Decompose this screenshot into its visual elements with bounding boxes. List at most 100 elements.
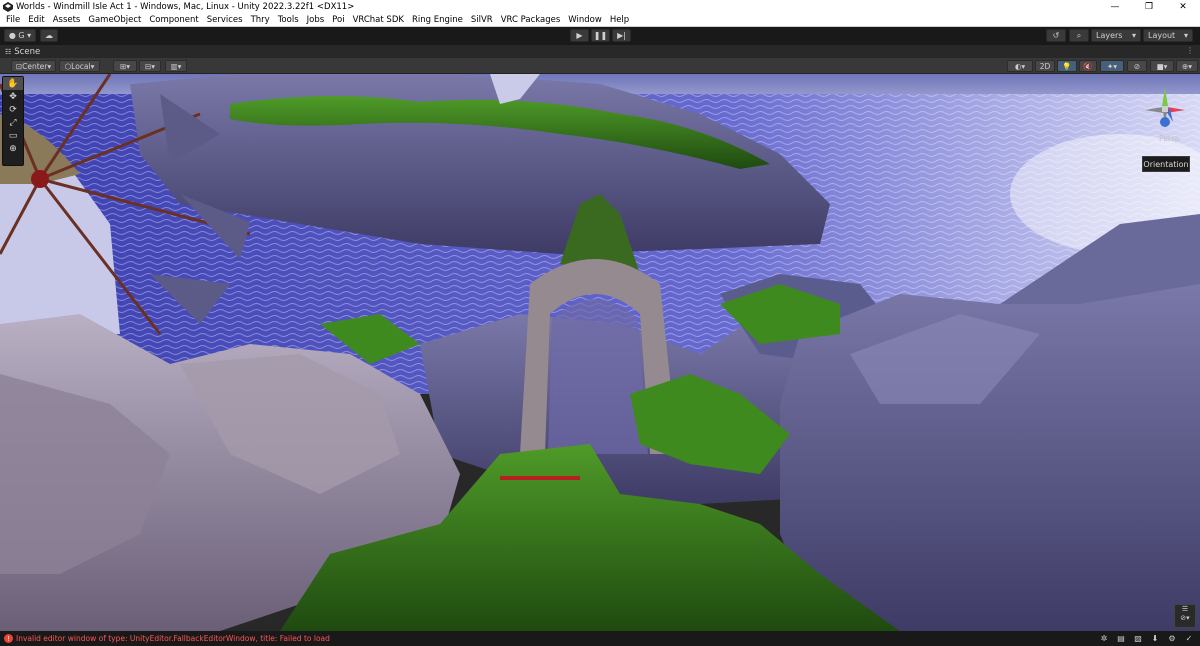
- shading-mode-icon: ◐▾: [1014, 61, 1026, 71]
- grid-icon: ⊞▾: [119, 61, 131, 71]
- pivot-mode-dropdown[interactable]: ⊡ Center ▾: [11, 60, 56, 72]
- menu-component[interactable]: Component: [145, 15, 202, 25]
- play-icon: ▶: [576, 31, 583, 40]
- scene-toolbar: ⊡ Center ▾ ⬡ Local ▾ ⊞▾ ⊟▾ ▥▾ ◐▾ 2D 💡 🔇 ✦▾ ⊘…: [0, 58, 1200, 74]
- projection-label[interactable]: Persp: [1159, 134, 1180, 143]
- menu-assets[interactable]: Assets: [49, 15, 85, 25]
- camera-settings-dropdown[interactable]: ■▾: [1150, 60, 1174, 72]
- cache-icon[interactable]: ▨: [1131, 633, 1145, 644]
- toggle-2d-label: 2D: [1039, 61, 1051, 71]
- pause-icon: ❚❚: [593, 31, 608, 40]
- chevron-down-icon: ▾: [1131, 31, 1136, 40]
- history-icon: ↺: [1052, 31, 1060, 40]
- chevron-down-icon: ▾: [1183, 31, 1188, 40]
- overlay-menu-icon: ☰ ⊘▾: [1180, 605, 1190, 622]
- window-title-bar: Worlds - Windmill Isle Act 1 - Windows, …: [0, 0, 1200, 13]
- gizmos-dropdown[interactable]: ⊕▾: [1176, 60, 1198, 72]
- ruler-icon: ▥▾: [170, 61, 182, 71]
- cloud-icon: ☁: [45, 31, 53, 40]
- increment-snap-dropdown[interactable]: ⊟▾: [139, 60, 161, 72]
- tab-scene[interactable]: ☷ Scene: [0, 45, 40, 58]
- move-tool-icon[interactable]: ✥: [3, 90, 23, 103]
- check-icon[interactable]: ✓: [1182, 633, 1196, 644]
- rect-tool-icon[interactable]: ▭: [3, 129, 23, 142]
- effects-icon: ✦▾: [1106, 61, 1118, 71]
- layers-dropdown[interactable]: Layers ▾: [1091, 29, 1141, 42]
- tab-bar: ☷ Scene ⋮: [0, 45, 1200, 58]
- close-button[interactable]: ✕: [1166, 0, 1200, 13]
- status-bar: ! Invalid editor window of type: UnityEd…: [0, 631, 1200, 646]
- scene-grid-icon: ☷: [5, 47, 12, 56]
- menu-bar: File Edit Assets GameObject Component Se…: [0, 13, 1200, 27]
- bug-icon[interactable]: ✲: [1097, 633, 1111, 644]
- step-button[interactable]: ▶|: [612, 29, 631, 42]
- window-title: Worlds - Windmill Isle Act 1 - Windows, …: [16, 1, 355, 12]
- menu-silvr[interactable]: SilVR: [467, 15, 497, 25]
- pivot-label: Center: [22, 61, 48, 71]
- search-icon: ⌕: [1076, 30, 1082, 40]
- hand-tool-icon[interactable]: ✋: [3, 77, 23, 90]
- tab-scene-label: Scene: [14, 46, 41, 57]
- cloud-button[interactable]: ☁: [40, 29, 58, 42]
- audio-icon: 🔇: [1083, 61, 1093, 71]
- rect-snap-dropdown[interactable]: ▥▾: [165, 60, 187, 72]
- toggle-audio-button[interactable]: 🔇: [1079, 60, 1097, 72]
- settings-icon[interactable]: ⚙: [1165, 633, 1179, 644]
- chevron-down-icon: ▾: [27, 31, 32, 40]
- grid-snap-dropdown[interactable]: ⊞▾: [113, 60, 137, 72]
- menu-poi[interactable]: Poi: [328, 15, 348, 25]
- scene-viewport[interactable]: [0, 74, 1200, 631]
- space-label: Local: [71, 61, 91, 71]
- main-toolbar: ● G ▾ ☁ ▶ ❚❚ ▶| ↺ ⌕ Layers ▾ Layout ▾: [0, 27, 1200, 45]
- camera-icon: ■▾: [1156, 61, 1168, 71]
- tab-options-icon[interactable]: ⋮: [1186, 46, 1194, 55]
- toggle-lighting-button[interactable]: 💡: [1057, 60, 1077, 72]
- toggle-2d-button[interactable]: 2D: [1035, 60, 1055, 72]
- menu-file[interactable]: File: [2, 15, 24, 25]
- effects-dropdown[interactable]: ✦▾: [1100, 60, 1124, 72]
- menu-thry[interactable]: Thry: [247, 15, 274, 25]
- account-dropdown[interactable]: ● G ▾: [4, 29, 36, 42]
- menu-jobs[interactable]: Jobs: [303, 15, 329, 25]
- rotate-tool-icon[interactable]: ⟳: [3, 103, 23, 116]
- step-icon: ▶|: [617, 31, 626, 40]
- console-status[interactable]: ! Invalid editor window of type: UnityEd…: [4, 634, 330, 643]
- tool-palette: ✋ ✥ ⟳ ⤢ ▭ ⊕: [2, 76, 24, 166]
- draw-mode-dropdown[interactable]: ◐▾: [1007, 60, 1033, 72]
- menu-edit[interactable]: Edit: [24, 15, 48, 25]
- menu-tools[interactable]: Tools: [274, 15, 303, 25]
- menu-services[interactable]: Services: [203, 15, 247, 25]
- pause-button[interactable]: ❚❚: [591, 29, 610, 42]
- menu-help[interactable]: Help: [606, 15, 633, 25]
- menu-vrchat-sdk[interactable]: VRChat SDK: [349, 15, 408, 25]
- undo-history-button[interactable]: ↺: [1046, 29, 1066, 42]
- orientation-tooltip: Orientation: [1142, 156, 1190, 172]
- maximize-button[interactable]: ❐: [1132, 0, 1166, 13]
- pivot-rotation-dropdown[interactable]: ⬡ Local ▾: [59, 60, 100, 72]
- account-icon: ●: [8, 31, 16, 40]
- search-button[interactable]: ⌕: [1069, 29, 1089, 42]
- lightbulb-icon: 💡: [1062, 61, 1072, 71]
- layout-dropdown[interactable]: Layout ▾: [1143, 29, 1193, 42]
- layers-stack-icon[interactable]: ▤: [1114, 633, 1128, 644]
- layout-label: Layout: [1148, 31, 1176, 40]
- menu-gameobject[interactable]: GameObject: [84, 15, 145, 25]
- transform-tool-icon[interactable]: ⊕: [3, 142, 23, 155]
- scale-tool-icon[interactable]: ⤢: [3, 116, 23, 129]
- overlay-menu-button[interactable]: ☰ ⊘▾: [1174, 604, 1196, 628]
- menu-ring-engine[interactable]: Ring Engine: [408, 15, 467, 25]
- minimize-button[interactable]: —: [1098, 0, 1132, 13]
- gizmos-icon: ⊕▾: [1181, 61, 1193, 71]
- snap-icon: ⊟▾: [144, 61, 156, 71]
- menu-window[interactable]: Window: [564, 15, 606, 25]
- menu-vrc-packages[interactable]: VRC Packages: [497, 15, 565, 25]
- download-icon[interactable]: ⬇: [1148, 633, 1162, 644]
- error-icon: !: [4, 634, 13, 643]
- chevron-down-icon: ▾: [47, 61, 52, 71]
- scene-render: [0, 74, 1200, 631]
- unity-logo-icon: [3, 1, 13, 12]
- account-label: G: [18, 31, 25, 40]
- play-button[interactable]: ▶: [570, 29, 589, 42]
- layers-label: Layers: [1096, 31, 1123, 40]
- hidden-objects-button[interactable]: ⊘: [1127, 60, 1147, 72]
